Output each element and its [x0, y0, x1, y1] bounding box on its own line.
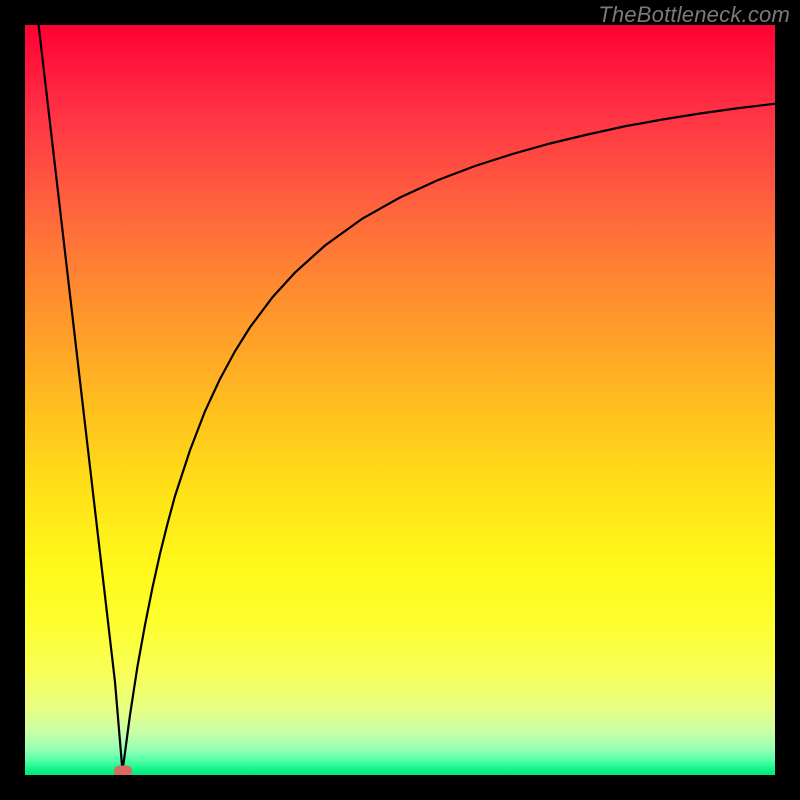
optimal-marker	[114, 766, 132, 775]
watermark-label: TheBottleneck.com	[598, 2, 790, 28]
bottleneck-curve	[25, 25, 775, 775]
plot-area	[25, 25, 775, 775]
chart-frame: TheBottleneck.com	[0, 0, 800, 800]
